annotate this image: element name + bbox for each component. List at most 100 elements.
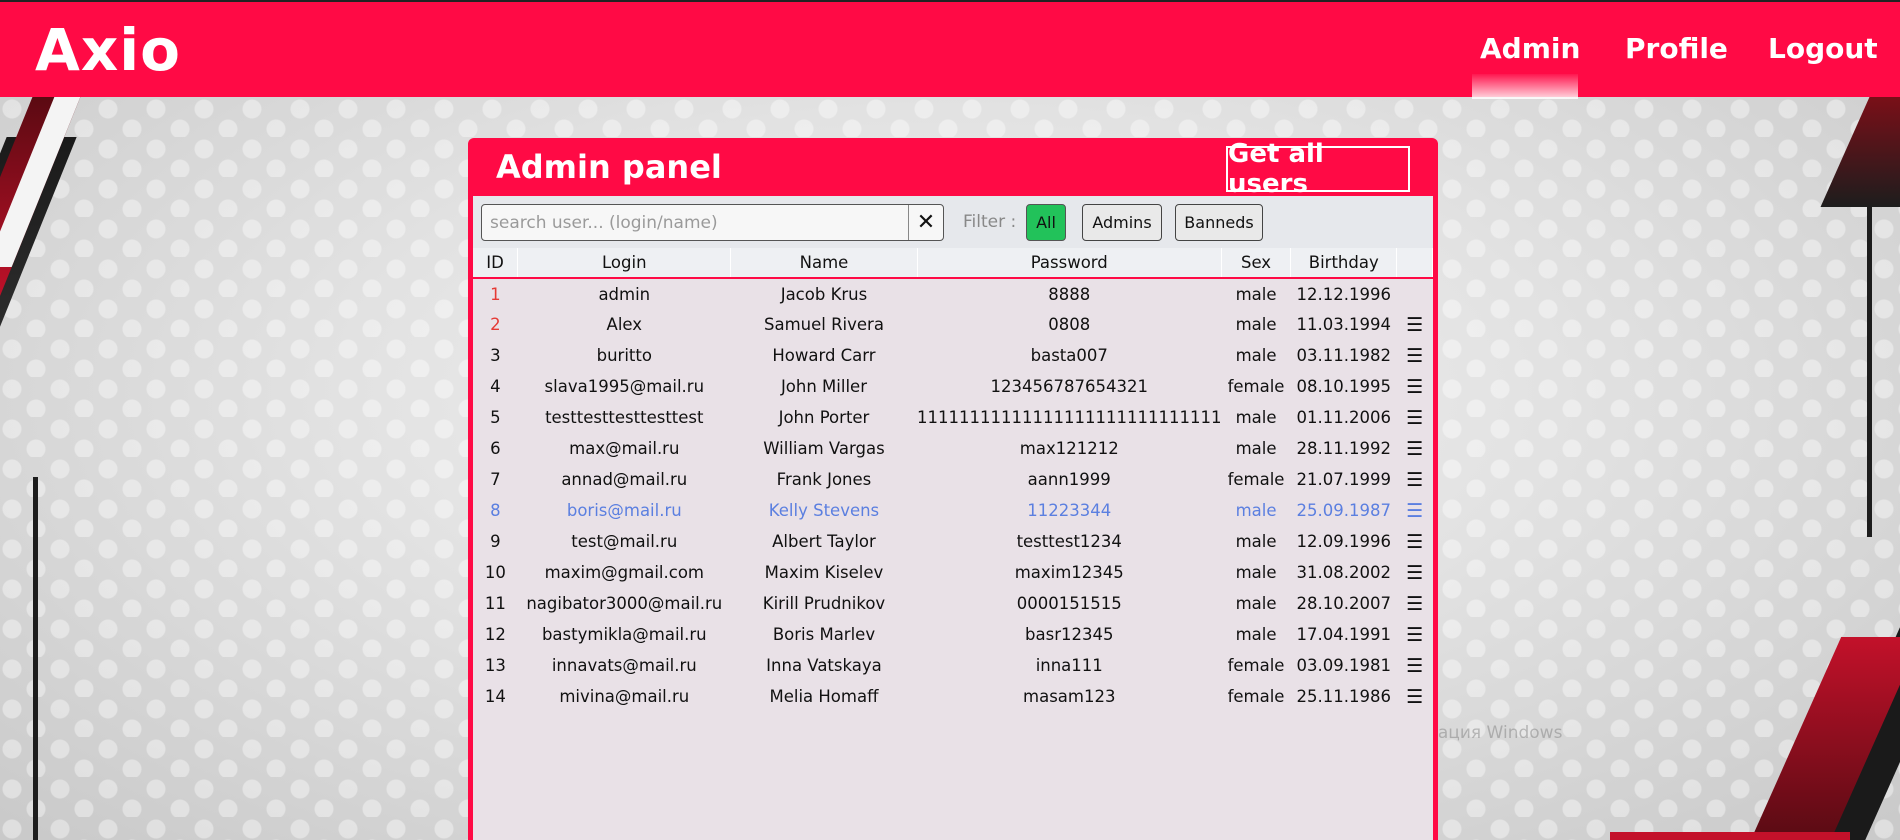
row-menu-cell: ☰ (1397, 495, 1433, 526)
col-header-password[interactable]: Password (917, 248, 1222, 279)
menu-icon[interactable]: ☰ (1406, 500, 1423, 522)
user-id-cell: 12 (484, 625, 506, 644)
table-row[interactable]: 11 nagibator3000@mail.ru Kirill Prudnikov 0… (473, 588, 1433, 619)
row-menu-cell: ☰ (1397, 433, 1433, 464)
panel-body: ✕ Filter : All Admins Banneds ID Login N… (473, 196, 1433, 840)
table-row[interactable]: 1 admin Jacob Krus 8888 male 12.12.1996 (473, 278, 1433, 309)
col-header-actions (1396, 248, 1433, 279)
col-header-birthday[interactable]: Birthday (1290, 248, 1398, 279)
decor-line-right (1867, 177, 1872, 537)
user-sex-cell: male (1235, 408, 1277, 427)
filter-banneds-button[interactable]: Banneds (1175, 204, 1263, 241)
user-name-cell: Howard Carr (772, 346, 876, 365)
user-name-cell: Maxim Kiselev (764, 563, 884, 582)
user-id-cell: 14 (484, 687, 506, 706)
user-sex-cell: male (1235, 501, 1277, 520)
table-header-row: ID Login Name Password Sex Birthday (473, 248, 1433, 279)
table-row[interactable]: 10 maxim@gmail.com Maxim Kiselev maxim12345… (473, 557, 1433, 588)
user-login-cell: admin (598, 284, 651, 304)
user-id-cell: 3 (490, 346, 501, 365)
row-menu-cell: ☰ (1397, 650, 1433, 681)
col-header-sex[interactable]: Sex (1221, 248, 1292, 279)
user-id-cell: 5 (490, 408, 501, 427)
user-password-cell: inna111 (1035, 656, 1103, 675)
user-id-cell: 2 (490, 315, 501, 334)
col-header-login[interactable]: Login (517, 248, 732, 279)
user-sex-cell: male (1235, 284, 1277, 304)
search-input[interactable] (482, 205, 907, 240)
user-id-cell: 10 (484, 563, 506, 582)
app-logo[interactable]: Axio (35, 16, 181, 84)
search-box: ✕ (481, 204, 944, 241)
user-login-cell: annad@mail.ru (561, 470, 688, 489)
filter-admins-button[interactable]: Admins (1082, 204, 1162, 241)
user-login-cell: test@mail.ru (571, 532, 678, 551)
row-menu-cell: ☰ (1397, 309, 1433, 340)
table-row[interactable]: 4 slava1995@mail.ru John Miller 12345678765… (473, 371, 1433, 402)
user-id-cell: 1 (490, 284, 501, 304)
menu-icon[interactable]: ☰ (1406, 624, 1423, 646)
table-row[interactable]: 8 boris@mail.ru Kelly Stevens 11223344 male 2… (473, 495, 1433, 526)
row-menu-cell: ☰ (1397, 557, 1433, 588)
get-all-users-button[interactable]: Get all users (1226, 139, 1410, 199)
user-name-cell: Kirill Prudnikov (762, 594, 886, 613)
row-menu-cell: ☰ (1397, 402, 1433, 433)
user-id-cell: 9 (490, 532, 501, 551)
nav-logout[interactable]: Logout (1768, 32, 1878, 65)
menu-icon[interactable]: ☰ (1406, 686, 1423, 708)
user-password-cell: 8888 (1048, 284, 1091, 304)
table-row[interactable]: 9 test@mail.ru Albert Taylor testtest1234 ma… (473, 526, 1433, 557)
menu-icon[interactable]: ☰ (1406, 376, 1423, 398)
toolbar: ✕ Filter : All Admins Banneds (473, 196, 1433, 248)
top-header: Axio Admin Profile Logout (0, 0, 1900, 99)
table-row[interactable]: 12 bastymikla@mail.ru Boris Marlev basr1234… (473, 619, 1433, 650)
user-password-cell: 11111111111111111111111111111 (917, 408, 1222, 427)
user-name-cell: Albert Taylor (772, 532, 876, 551)
user-sex-cell: male (1235, 532, 1277, 551)
menu-icon[interactable]: ☰ (1406, 407, 1423, 429)
col-header-id[interactable]: ID (473, 248, 519, 279)
row-menu-cell: ☰ (1397, 681, 1433, 712)
user-sex-cell: male (1235, 439, 1277, 458)
user-login-cell: bastymikla@mail.ru (541, 625, 707, 644)
nav-admin[interactable]: Admin (1480, 32, 1580, 65)
user-birthday-cell: 31.08.2002 (1296, 563, 1391, 582)
table-row[interactable]: 6 max@mail.ru William Vargas max121212 male 2… (473, 433, 1433, 464)
user-sex-cell: male (1235, 315, 1277, 334)
table-row[interactable]: 5 testtesttesttesttest John Porter 11111111… (473, 402, 1433, 433)
col-header-name[interactable]: Name (730, 248, 918, 279)
menu-icon[interactable]: ☰ (1406, 531, 1423, 553)
user-name-cell: John Miller (780, 377, 867, 396)
user-birthday-cell: 28.10.2007 (1296, 594, 1391, 613)
menu-icon[interactable]: ☰ (1406, 345, 1423, 367)
user-name-cell: Melia Homaff (769, 687, 879, 706)
table-row[interactable]: 14 mivina@mail.ru Melia Homaff masam123 fema… (473, 681, 1433, 712)
table-row[interactable]: 13 innavats@mail.ru Inna Vatskaya inna111 fe… (473, 650, 1433, 681)
user-name-cell: Samuel Rivera (763, 315, 884, 334)
clear-icon[interactable]: ✕ (908, 205, 943, 240)
user-sex-cell: male (1235, 346, 1277, 365)
user-password-cell: masam123 (1023, 687, 1116, 706)
user-name-cell: William Vargas (763, 439, 885, 458)
menu-icon[interactable]: ☰ (1406, 655, 1423, 677)
nav-profile[interactable]: Profile (1625, 32, 1728, 65)
user-login-cell: max@mail.ru (569, 439, 680, 458)
user-name-cell: Boris Marlev (772, 625, 876, 644)
user-login-cell: nagibator3000@mail.ru (526, 594, 723, 613)
menu-icon[interactable]: ☰ (1406, 469, 1423, 491)
user-password-cell: 0000151515 (1016, 594, 1122, 613)
user-password-cell: max121212 (1019, 439, 1119, 458)
user-sex-cell: male (1235, 563, 1277, 582)
menu-icon[interactable]: ☰ (1406, 314, 1423, 336)
table-row[interactable]: 7 annad@mail.ru Frank Jones aann1999 female 2… (473, 464, 1433, 495)
filter-all-button[interactable]: All (1026, 204, 1066, 241)
menu-icon[interactable]: ☰ (1406, 562, 1423, 584)
menu-icon[interactable]: ☰ (1406, 438, 1423, 460)
table-row[interactable]: 2 Alex Samuel Rivera 0808 male 11.03.1994 ☰ (473, 309, 1433, 340)
user-login-cell: testtesttesttesttest (545, 408, 704, 427)
user-password-cell: basr12345 (1025, 625, 1114, 644)
user-name-cell: Jacob Krus (780, 284, 868, 304)
user-login-cell: boris@mail.ru (566, 501, 682, 520)
menu-icon[interactable]: ☰ (1406, 593, 1423, 615)
table-row[interactable]: 3 buritto Howard Carr basta007 male 03.11.198… (473, 340, 1433, 371)
